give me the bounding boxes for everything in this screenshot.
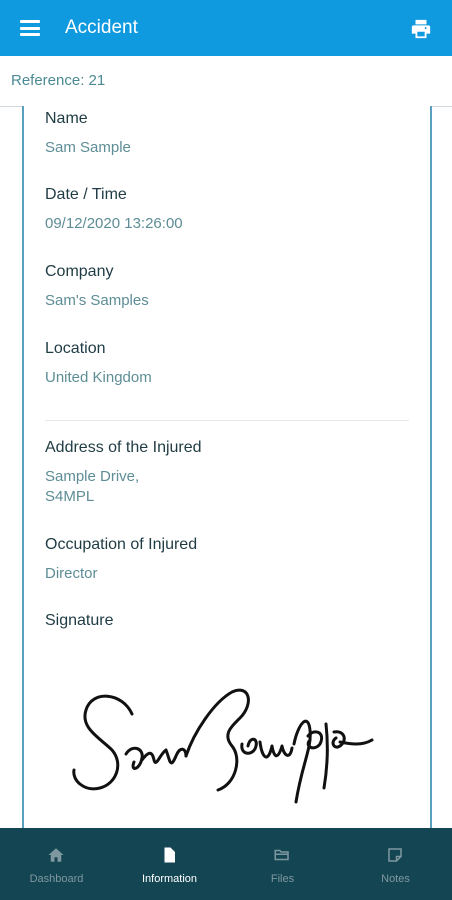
information-card: Name Sam Sample Date / Time 09/12/2020 1… [22, 106, 432, 828]
field-value: Sample Drive, [45, 468, 140, 485]
nav-information[interactable]: Information [113, 828, 226, 900]
reference-text: Reference: 21 [11, 72, 106, 89]
field-value: United Kingdom [45, 369, 152, 386]
home-icon [48, 848, 64, 862]
field-label: Address of the Injured [45, 439, 202, 456]
field-signature: Signature [45, 612, 114, 630]
printer-icon[interactable] [410, 18, 432, 40]
bottom-navigation: Dashboard Information Files Notes [0, 828, 452, 900]
signature-image [72, 688, 374, 804]
nav-files[interactable]: Files [226, 828, 339, 900]
field-label: Name [45, 110, 88, 127]
field-label: Date / Time [45, 186, 127, 203]
field-value: Sam's Samples [45, 292, 149, 309]
nav-label: Information [141, 873, 198, 885]
note-icon [388, 848, 402, 862]
field-label: Occupation of Injured [45, 536, 198, 553]
field-location: Location United Kingdom [45, 340, 152, 388]
nav-label: Dashboard [29, 873, 84, 885]
reference-bar: Reference: 21 [0, 56, 452, 107]
field-label: Location [45, 340, 106, 357]
field-name: Name Sam Sample [45, 110, 131, 158]
field-address: Address of the Injured Sample Drive, S4M… [45, 439, 202, 507]
nav-notes[interactable]: Notes [339, 828, 452, 900]
field-value: S4MPL [45, 488, 95, 505]
field-value: Director [45, 565, 98, 582]
folder-icon [274, 849, 289, 861]
field-label: Company [45, 263, 114, 280]
field-value: Sam Sample [45, 139, 131, 156]
page-title: Accident [65, 17, 138, 38]
field-company: Company Sam's Samples [45, 263, 149, 311]
nav-label: Files [270, 873, 295, 885]
nav-label: Notes [381, 873, 410, 885]
section-divider [45, 420, 409, 421]
field-value-group: Sample Drive, S4MPL [45, 467, 202, 507]
menu-icon[interactable] [20, 20, 40, 36]
field-label: Signature [45, 612, 114, 629]
field-value: 09/12/2020 13:26:00 [45, 215, 183, 232]
document-icon [164, 847, 175, 863]
app-bar: Accident [0, 0, 452, 56]
nav-dashboard[interactable]: Dashboard [0, 828, 113, 900]
field-occupation: Occupation of Injured Director [45, 536, 197, 584]
field-date-time: Date / Time 09/12/2020 13:26:00 [45, 186, 183, 234]
